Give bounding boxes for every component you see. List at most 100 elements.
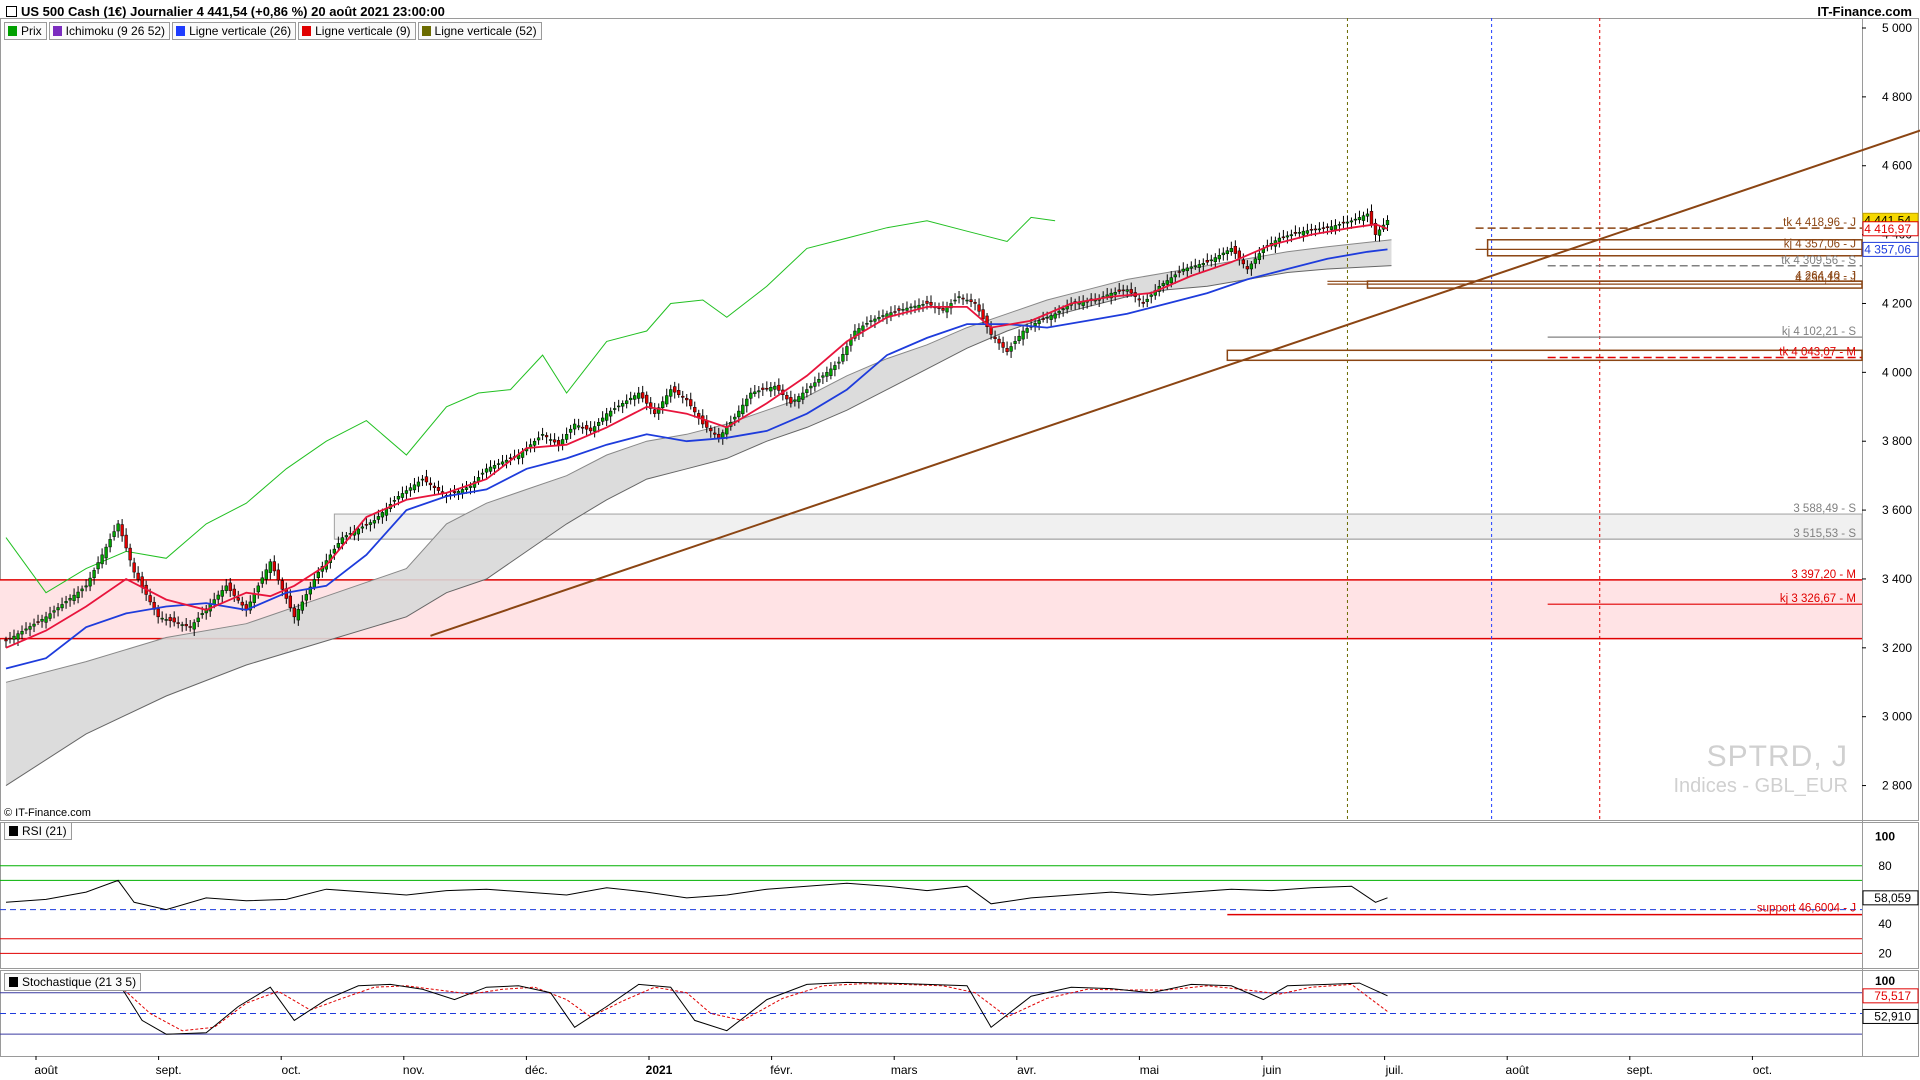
candle-body: [969, 299, 973, 303]
candle-body: [769, 387, 773, 392]
candle-body: [997, 338, 1001, 344]
candle-body: [677, 390, 681, 395]
candle-body: [280, 580, 284, 590]
candle-body: [12, 635, 16, 640]
price-level-label: tk 4 309,56 - S: [1781, 255, 1856, 267]
candle-body: [540, 434, 545, 436]
candle-body: [232, 588, 236, 596]
price-level-label: 3 588,49 - S: [1793, 503, 1856, 515]
candle-body: [1025, 328, 1029, 333]
price-level-label: kj 3 326,67 - M: [1780, 593, 1856, 605]
candle-body: [1201, 263, 1205, 266]
candle-body: [613, 408, 617, 410]
candle-body: [364, 524, 369, 526]
candle-body: [288, 595, 292, 608]
candle-body: [813, 382, 817, 387]
candle-body: [24, 628, 28, 631]
candle-body: [837, 361, 841, 364]
candle-body: [40, 618, 44, 622]
rsi-tick-label: 100: [1875, 830, 1895, 844]
x-axis-tick-label: mai: [1140, 1063, 1159, 1077]
candle-body: [356, 528, 361, 535]
candle-body: [909, 306, 913, 309]
candle-body: [336, 543, 341, 548]
candle-body: [424, 476, 429, 483]
candle-body: [1041, 318, 1045, 320]
candle-body: [140, 576, 144, 588]
candle-body: [641, 392, 645, 399]
candle-body: [993, 336, 997, 340]
candle-body: [1301, 230, 1306, 236]
x-axis-tick-label: juin: [1262, 1063, 1282, 1077]
candle-body: [236, 597, 240, 601]
candle-body: [480, 472, 485, 475]
price-level-label: 4 256,13 - J: [1795, 273, 1856, 285]
candle-body: [80, 588, 84, 592]
candle-body: [376, 516, 381, 520]
candle-body: [1225, 250, 1229, 255]
price-level-label: tk 4 418,96 - J: [1783, 217, 1856, 229]
candle-body: [1117, 289, 1121, 292]
candle-body: [468, 485, 473, 488]
candle-body: [380, 512, 385, 518]
rsi-swatch: [9, 826, 18, 836]
candle-body: [1169, 277, 1173, 284]
rsi-panel-label[interactable]: RSI (21): [4, 822, 72, 840]
candle-body: [32, 623, 36, 627]
rsi-panel-text: RSI (21): [22, 824, 67, 838]
candle-body: [48, 613, 52, 619]
price-chart[interactable]: 2 800 3 000 3 200 3 400 3 600 3 800 4 000 4 200…: [0, 0, 1920, 1080]
candle-body: [1257, 253, 1262, 260]
candle-body: [1017, 335, 1021, 341]
candle-body: [905, 307, 909, 311]
candle-body: [548, 439, 553, 441]
candle-body: [404, 490, 409, 494]
candle-body: [1321, 227, 1326, 229]
candle-body: [456, 490, 461, 494]
candle-body: [148, 595, 152, 603]
candle-body: [681, 395, 685, 398]
candle-body: [412, 484, 417, 491]
candle-body: [432, 485, 437, 488]
candle-body: [1217, 255, 1221, 260]
x-axis-tick-label: déc.: [525, 1063, 548, 1077]
candle-body: [132, 562, 136, 573]
candle-body: [817, 378, 821, 383]
candle-body: [841, 354, 845, 362]
stoch-panel-label[interactable]: Stochastique (21 3 5): [4, 973, 142, 991]
candle-body: [60, 604, 64, 609]
candle-body: [1005, 348, 1009, 352]
candle-body: [36, 621, 40, 623]
x-axis-tick-label: avr.: [1017, 1063, 1036, 1077]
y-axis-tick-label: 4 200: [1882, 296, 1912, 310]
candle-body: [128, 547, 132, 561]
candle-body: [600, 417, 605, 422]
trend-line[interactable]: [430, 128, 1920, 637]
candle-body: [1297, 232, 1302, 234]
candle-body: [332, 548, 337, 554]
candle-body: [1213, 257, 1217, 262]
candle-body: [1141, 301, 1145, 304]
y-axis-tick-label: 3 600: [1882, 503, 1912, 517]
candle-body: [76, 591, 80, 599]
candle-body: [92, 570, 96, 579]
candle-body: [689, 399, 693, 407]
candle-body: [1125, 289, 1129, 292]
candle-body: [761, 387, 765, 390]
candle-body: [16, 633, 20, 640]
candle-body: [464, 487, 469, 490]
candle-body: [108, 539, 112, 548]
candle-body: [100, 554, 104, 565]
candle-body: [164, 619, 168, 621]
candle-body: [560, 439, 565, 445]
copyright-label: © IT-Finance.com: [4, 807, 91, 819]
candle-body: [1353, 218, 1358, 221]
candle-body: [1181, 268, 1185, 272]
candle-body: [64, 601, 68, 604]
candle-body: [580, 426, 585, 429]
candle-body: [1113, 292, 1117, 295]
candle-body: [56, 607, 60, 611]
candle-body: [721, 432, 725, 439]
candle-body: [717, 433, 721, 439]
candle-body: [268, 561, 272, 573]
